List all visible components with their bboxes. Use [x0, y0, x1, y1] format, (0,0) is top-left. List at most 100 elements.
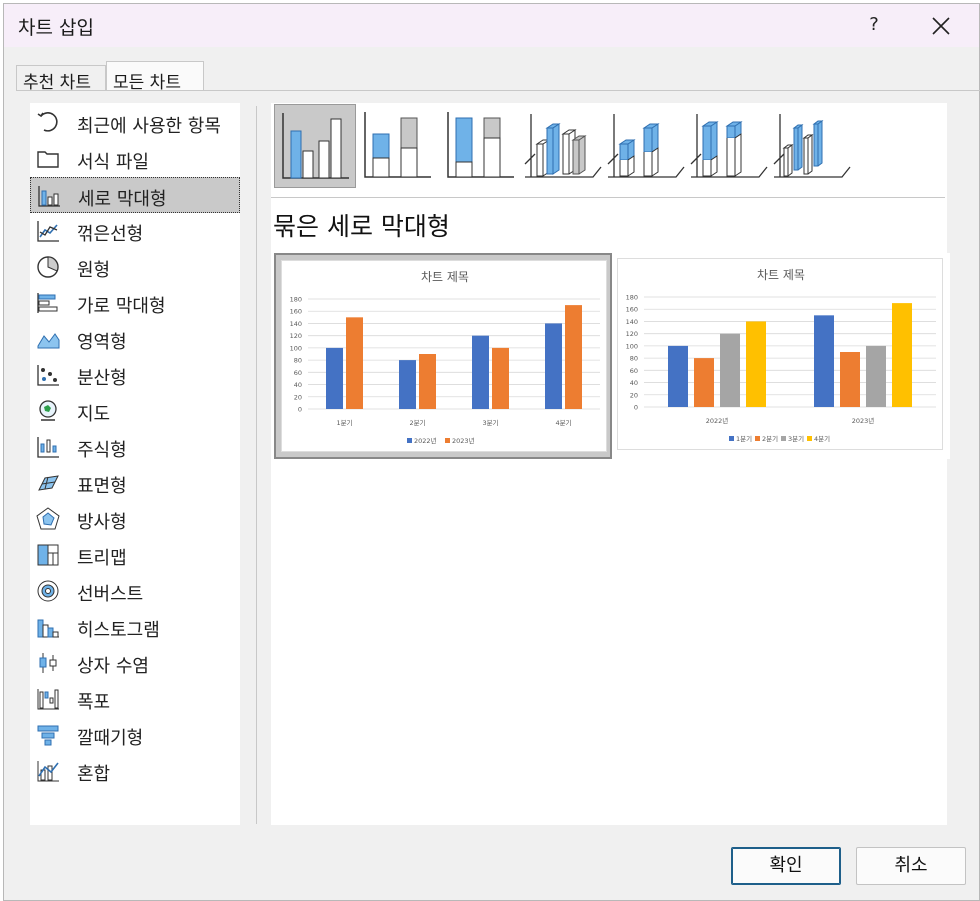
combo-chart-icon: [35, 758, 61, 784]
chart-type-item[interactable]: 선버스트: [30, 573, 240, 609]
legend-label: 2023년: [452, 436, 475, 445]
stock-chart-icon: [35, 434, 61, 460]
chart-subtype-option[interactable]: [440, 104, 522, 188]
bar: [545, 323, 562, 409]
chart-type-item[interactable]: 상자 수염: [30, 645, 240, 681]
chart-subtype-option[interactable]: [523, 104, 605, 188]
chart-type-label: 트리맵: [77, 548, 127, 569]
legend-label: 1분기: [736, 434, 752, 443]
y-tick-label: 120: [626, 330, 638, 338]
help-button[interactable]: ?: [862, 12, 886, 38]
chart-subtype-option[interactable]: [772, 104, 854, 188]
tab-recommended[interactable]: 추천 차트: [16, 65, 106, 93]
box-whisker-icon: [35, 650, 61, 676]
chart-type-item[interactable]: 히스토그램: [30, 609, 240, 645]
histogram-icon: [35, 614, 61, 640]
divider: [256, 106, 257, 824]
y-tick-label: 180: [626, 294, 638, 302]
3d-column-icon: [773, 114, 851, 178]
bar: [399, 360, 416, 409]
bar: [814, 315, 834, 407]
chart-type-item[interactable]: 혼합: [30, 753, 240, 789]
legend-label: 4분기: [814, 434, 830, 443]
chart-type-item[interactable]: 방사형: [30, 501, 240, 537]
chart-title: 차트 제목: [757, 268, 805, 282]
legend-label: 2분기: [762, 434, 778, 443]
bar: [866, 345, 886, 407]
column-chart-icon: [36, 183, 62, 209]
chart-type-item[interactable]: 주식형: [30, 429, 240, 465]
legend-swatch: [445, 438, 450, 443]
chart-type-item[interactable]: 꺾은선형: [30, 213, 240, 249]
chart-type-label: 꺾은선형: [77, 224, 144, 245]
chart-type-label: 서식 파일: [77, 152, 149, 173]
chart-type-item[interactable]: 서식 파일: [30, 141, 240, 177]
dialog-title: 차트 삽입: [18, 17, 94, 39]
legend-swatch: [807, 436, 812, 441]
y-tick-label: 80: [630, 355, 638, 363]
close-button[interactable]: [926, 12, 956, 40]
chart-type-list: 최근에 사용한 항목서식 파일세로 막대형꺾은선형원형가로 막대형영역형분산형지…: [30, 103, 240, 825]
chart-preview-panel: 묶은 세로 막대형 차트 제목 0 20 40 60 80 100 120 140 160 180 1…: [271, 103, 950, 825]
bar: [694, 358, 714, 407]
chart-preview-2-svg: 차트 제목 0 20 40 60 80 100 120 140 160 180 2022년 2023년 1…: [626, 268, 936, 443]
y-tick-label: 80: [294, 357, 302, 365]
chart-type-item[interactable]: 원형: [30, 249, 240, 285]
sunburst-icon: [35, 578, 61, 604]
bar: [892, 303, 912, 407]
chart-type-label: 영역형: [77, 332, 127, 353]
chart-subtype-option[interactable]: [689, 104, 771, 188]
chart-type-item[interactable]: 분산형: [30, 357, 240, 393]
y-tick-label: 160: [290, 308, 302, 316]
chart-type-item[interactable]: 가로 막대형: [30, 285, 240, 321]
chart-type-label: 원형: [77, 260, 111, 281]
folder-icon: [35, 146, 61, 172]
chart-preview-2[interactable]: 차트 제목 0 20 40 60 80 100 120 140 160 180 2022년 2023년 1…: [612, 253, 950, 459]
chart-type-item[interactable]: 깔때기형: [30, 717, 240, 753]
chart-type-label: 상자 수염: [77, 656, 149, 677]
chart-type-item[interactable]: 최근에 사용한 항목: [30, 105, 240, 141]
pie-chart-icon: [35, 254, 61, 280]
x-tick-label: 2분기: [409, 418, 425, 427]
chart-type-item[interactable]: 영역형: [30, 321, 240, 357]
cancel-button[interactable]: 취소: [856, 847, 966, 885]
tab-all-charts[interactable]: 모든 차트: [106, 61, 204, 93]
chart-preview-1[interactable]: 차트 제목 0 20 40 60 80 100 120 140 160 180 1분기 2분기 3분기 4분…: [274, 253, 612, 459]
scatter-chart-icon: [35, 362, 61, 388]
chart-subtype-option[interactable]: [606, 104, 688, 188]
y-tick-label: 140: [626, 318, 638, 326]
y-tick-label: 20: [294, 393, 302, 401]
funnel-icon: [35, 722, 61, 748]
chart-type-item[interactable]: 세로 막대형: [30, 177, 240, 213]
close-icon: [932, 17, 950, 35]
chart-preview-1-svg: 차트 제목 0 20 40 60 80 100 120 140 160 180 1분기 2분기 3분기 4분…: [290, 270, 600, 445]
waterfall-icon: [35, 686, 61, 712]
chart-type-item[interactable]: 표면형: [30, 465, 240, 501]
chart-type-label: 최근에 사용한 항목: [77, 116, 221, 137]
subtype-title: 묶은 세로 막대형: [273, 212, 450, 241]
clustered-column-icon: [282, 113, 349, 179]
chart-type-label: 분산형: [77, 368, 127, 389]
chart-subtype-option[interactable]: [357, 104, 439, 188]
chart-type-label: 혼합: [77, 764, 111, 785]
y-tick-label: 100: [626, 342, 638, 350]
stacked-column-icon: [364, 112, 431, 178]
chart-type-item[interactable]: 트리맵: [30, 537, 240, 573]
y-tick-label: 180: [290, 296, 302, 304]
ok-button[interactable]: 확인: [731, 847, 841, 885]
chart-type-item[interactable]: 지도: [30, 393, 240, 429]
y-tick-label: 160: [626, 306, 638, 314]
legend-label: 2022년: [414, 436, 437, 445]
percent-stacked-column-icon: [447, 112, 514, 178]
bar: [472, 335, 489, 409]
bar: [419, 354, 436, 409]
y-tick-label: 0: [634, 404, 638, 412]
bar: [840, 352, 860, 407]
legend-label: 3분기: [788, 434, 804, 443]
chart-subtype-option[interactable]: [274, 104, 356, 188]
surface-chart-icon: [35, 470, 61, 496]
x-tick-label: 3분기: [482, 418, 498, 427]
chart-subtype-gallery: [271, 103, 871, 189]
legend-swatch: [755, 436, 760, 441]
chart-type-item[interactable]: 폭포: [30, 681, 240, 717]
